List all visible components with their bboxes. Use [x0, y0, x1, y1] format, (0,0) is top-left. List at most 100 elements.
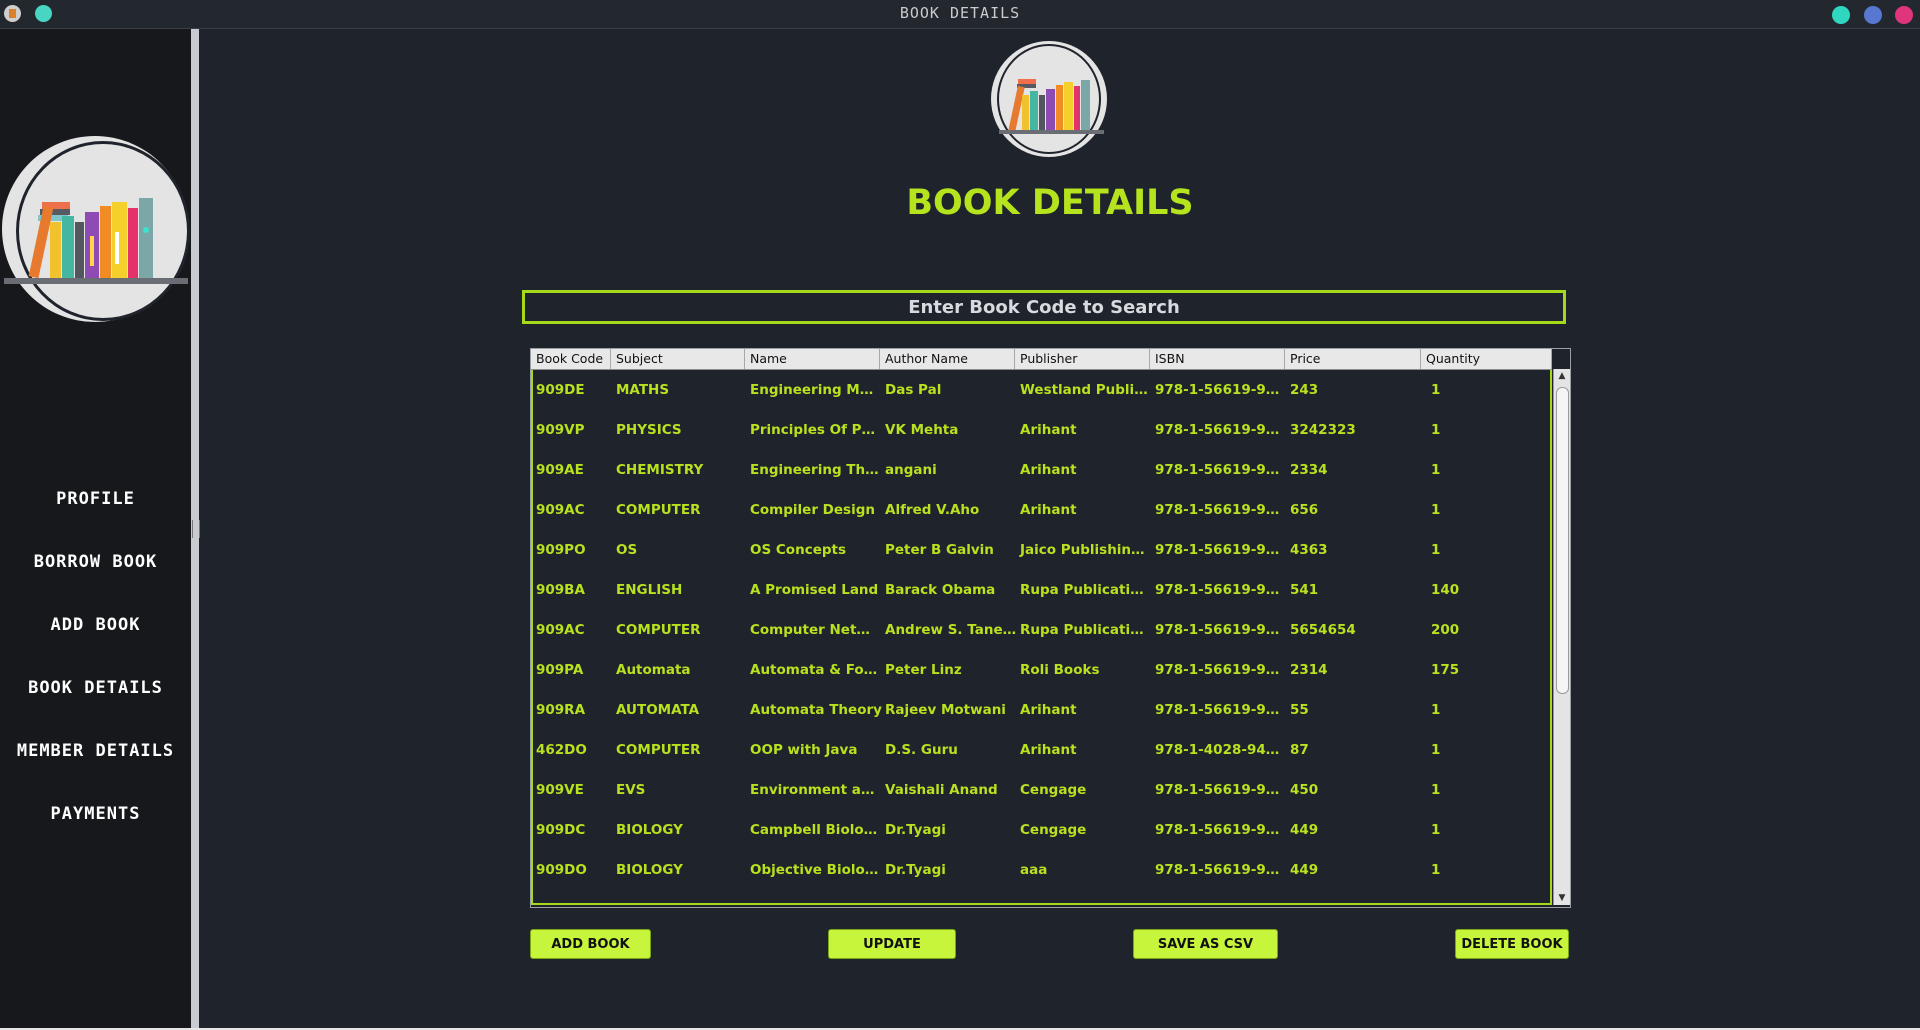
splitter-grip-icon[interactable] — [192, 520, 200, 538]
cell-subject[interactable]: OS — [613, 542, 747, 558]
cell-book-code[interactable]: 909VE — [533, 782, 613, 798]
cell-author-name[interactable]: Rajeev Motwani — [882, 702, 1017, 718]
cell-name[interactable]: OS Concepts — [747, 542, 882, 558]
cell-publisher[interactable]: Arihant — [1017, 462, 1152, 478]
scroll-down-arrow-icon[interactable]: ▼ — [1554, 891, 1570, 905]
cell-price[interactable]: 449 — [1287, 862, 1423, 878]
cell-book-code[interactable]: 462DO — [533, 742, 613, 758]
cell-book-code[interactable]: 909VP — [533, 422, 613, 438]
cell-subject[interactable]: COMPUTER — [613, 742, 747, 758]
column-header-book-code[interactable]: Book Code — [531, 349, 611, 369]
cell-name[interactable]: Environment and Ecology — [747, 782, 882, 798]
cell-publisher[interactable]: aaa — [1017, 862, 1152, 878]
cell-name[interactable]: Engineering Thermodynamics — [747, 462, 882, 478]
cell-publisher[interactable]: Rupa Publications — [1017, 622, 1152, 638]
cell-quantity[interactable]: 140 — [1423, 582, 1550, 598]
cell-author-name[interactable]: Dr.Tyagi — [882, 822, 1017, 838]
cell-publisher[interactable]: Jaico Publishing House — [1017, 542, 1152, 558]
cell-price[interactable]: 449 — [1287, 822, 1423, 838]
scroll-up-arrow-icon[interactable]: ▲ — [1554, 369, 1570, 383]
cell-subject[interactable]: MATHS — [613, 382, 747, 398]
cell-author-name[interactable]: Peter B Galvin — [882, 542, 1017, 558]
table-row[interactable]: 909AC COMPUTER Compiler Design Alfred V.Aho… — [533, 490, 1550, 530]
scrollbar-thumb[interactable] — [1556, 387, 1569, 694]
cell-book-code[interactable]: 909DE — [533, 382, 613, 398]
cell-isbn[interactable]: 978-1-56619-909-4 — [1152, 822, 1287, 838]
cell-quantity[interactable]: 1 — [1423, 422, 1550, 438]
table-row[interactable]: 909DE MATHSEngineering MathematicsDas Pa… — [533, 370, 1550, 410]
cell-publisher[interactable]: Westland Publications — [1017, 382, 1152, 398]
cell-subject[interactable]: AUTOMATA — [613, 702, 747, 718]
cell-isbn[interactable]: 978-1-56619-909-4 — [1152, 782, 1287, 798]
cell-isbn[interactable]: 978-1-56619-909-4 — [1152, 862, 1287, 878]
cell-price[interactable]: 3242323 — [1287, 422, 1423, 438]
column-header-author-name[interactable]: Author Name — [880, 349, 1015, 369]
cell-publisher[interactable]: Arihant — [1017, 502, 1152, 518]
cell-price[interactable]: 243 — [1287, 382, 1423, 398]
cell-author-name[interactable]: D.S. Guru — [882, 742, 1017, 758]
sidebar-item-payments[interactable]: PAYMENTS — [0, 804, 191, 824]
cell-author-name[interactable]: Das Pal — [882, 382, 1017, 398]
column-header-publisher[interactable]: Publisher — [1015, 349, 1150, 369]
table-row[interactable]: 909VEEVSEnvironment and EcologyVaishali … — [533, 770, 1550, 810]
table-row[interactable]: 462DO COMPUTER OOP with Java D.S. Guru Ariha… — [533, 730, 1550, 770]
cell-name[interactable]: Engineering Mathematics — [747, 382, 882, 398]
table-row[interactable]: 909AECHEMISTRYEngineering Thermodynamics… — [533, 450, 1550, 490]
cell-subject[interactable]: BIOLOGY — [613, 862, 747, 878]
cell-book-code[interactable]: 909PO — [533, 542, 613, 558]
column-header-quantity[interactable]: Quantity — [1421, 349, 1552, 369]
cell-isbn[interactable]: 978-1-4028-9462-6 — [1152, 742, 1287, 758]
cell-book-code[interactable]: 909RA — [533, 702, 613, 718]
table-row[interactable]: 909PAAutomataAutomata & Formal Languages… — [533, 650, 1550, 690]
cell-quantity[interactable]: 1 — [1423, 542, 1550, 558]
cell-price[interactable]: 656 — [1287, 502, 1423, 518]
cell-quantity[interactable]: 1 — [1423, 742, 1550, 758]
book-code-search-input[interactable] — [522, 290, 1566, 324]
cell-publisher[interactable]: Arihant — [1017, 702, 1152, 718]
cell-subject[interactable]: BIOLOGY — [613, 822, 747, 838]
cell-subject[interactable]: Automata — [613, 662, 747, 678]
sidebar-item-profile[interactable]: PROFILE — [0, 489, 191, 509]
table-vertical-scrollbar[interactable]: ▲ ▼ — [1553, 369, 1570, 905]
column-header-subject[interactable]: Subject — [611, 349, 745, 369]
table-row[interactable]: 909PO OS OS Concepts Peter B Galvin Jaico Pu… — [533, 530, 1550, 570]
cell-name[interactable]: Compiler Design — [747, 502, 882, 518]
cell-name[interactable]: Automata & Formal Languages — [747, 662, 882, 678]
cell-quantity[interactable]: 1 — [1423, 382, 1550, 398]
cell-name[interactable]: OOP with Java — [747, 742, 882, 758]
cell-name[interactable]: A Promised Land — [747, 582, 882, 598]
delete-book-button[interactable]: DELETE BOOK — [1455, 929, 1569, 959]
cell-quantity[interactable]: 200 — [1423, 622, 1550, 638]
cell-author-name[interactable]: Barack Obama — [882, 582, 1017, 598]
table-row[interactable]: 909VPPHYSICSPrinciples Of PhysicsVK Meht… — [533, 410, 1550, 450]
cell-publisher[interactable]: Cengage — [1017, 782, 1152, 798]
cell-book-code[interactable]: 909AE — [533, 462, 613, 478]
cell-book-code[interactable]: 909DO — [533, 862, 613, 878]
cell-publisher[interactable]: Rupa Publications — [1017, 582, 1152, 598]
cell-quantity[interactable]: 1 — [1423, 702, 1550, 718]
update-button[interactable]: UPDATE — [828, 929, 956, 959]
table-row[interactable]: 909RA AUTOMATA Automata Theory Rajeev Motwa… — [533, 690, 1550, 730]
table-row[interactable]: 909DO BIOLOGY Objective Biology Dr.Tyagi aaa… — [533, 850, 1550, 890]
cell-book-code[interactable]: 909PA — [533, 662, 613, 678]
table-row[interactable]: 909DC BIOLOGY Campbell Biology Dr.Tyagi Ceng… — [533, 810, 1550, 850]
cell-price[interactable]: 55 — [1287, 702, 1423, 718]
maximize-button[interactable] — [1864, 6, 1882, 24]
cell-author-name[interactable]: Peter Linz — [882, 662, 1017, 678]
close-button[interactable] — [1895, 6, 1913, 24]
cell-author-name[interactable]: VK Mehta — [882, 422, 1017, 438]
cell-isbn[interactable]: 978-1-56619-909-4 — [1152, 462, 1287, 478]
add-book-button[interactable]: ADD BOOK — [530, 929, 651, 959]
column-header-isbn[interactable]: ISBN — [1150, 349, 1285, 369]
cell-price[interactable]: 450 — [1287, 782, 1423, 798]
cell-subject[interactable]: ENGLISH — [613, 582, 747, 598]
cell-book-code[interactable]: 909DC — [533, 822, 613, 838]
cell-quantity[interactable]: 1 — [1423, 862, 1550, 878]
column-header-price[interactable]: Price — [1285, 349, 1421, 369]
cell-quantity[interactable]: 1 — [1423, 462, 1550, 478]
cell-name[interactable]: Automata Theory — [747, 702, 882, 718]
cell-isbn[interactable]: 978-1-56619-909-4 — [1152, 662, 1287, 678]
cell-name[interactable]: Principles Of Physics — [747, 422, 882, 438]
cell-quantity[interactable]: 1 — [1423, 782, 1550, 798]
cell-author-name[interactable]: Vaishali Anand — [882, 782, 1017, 798]
